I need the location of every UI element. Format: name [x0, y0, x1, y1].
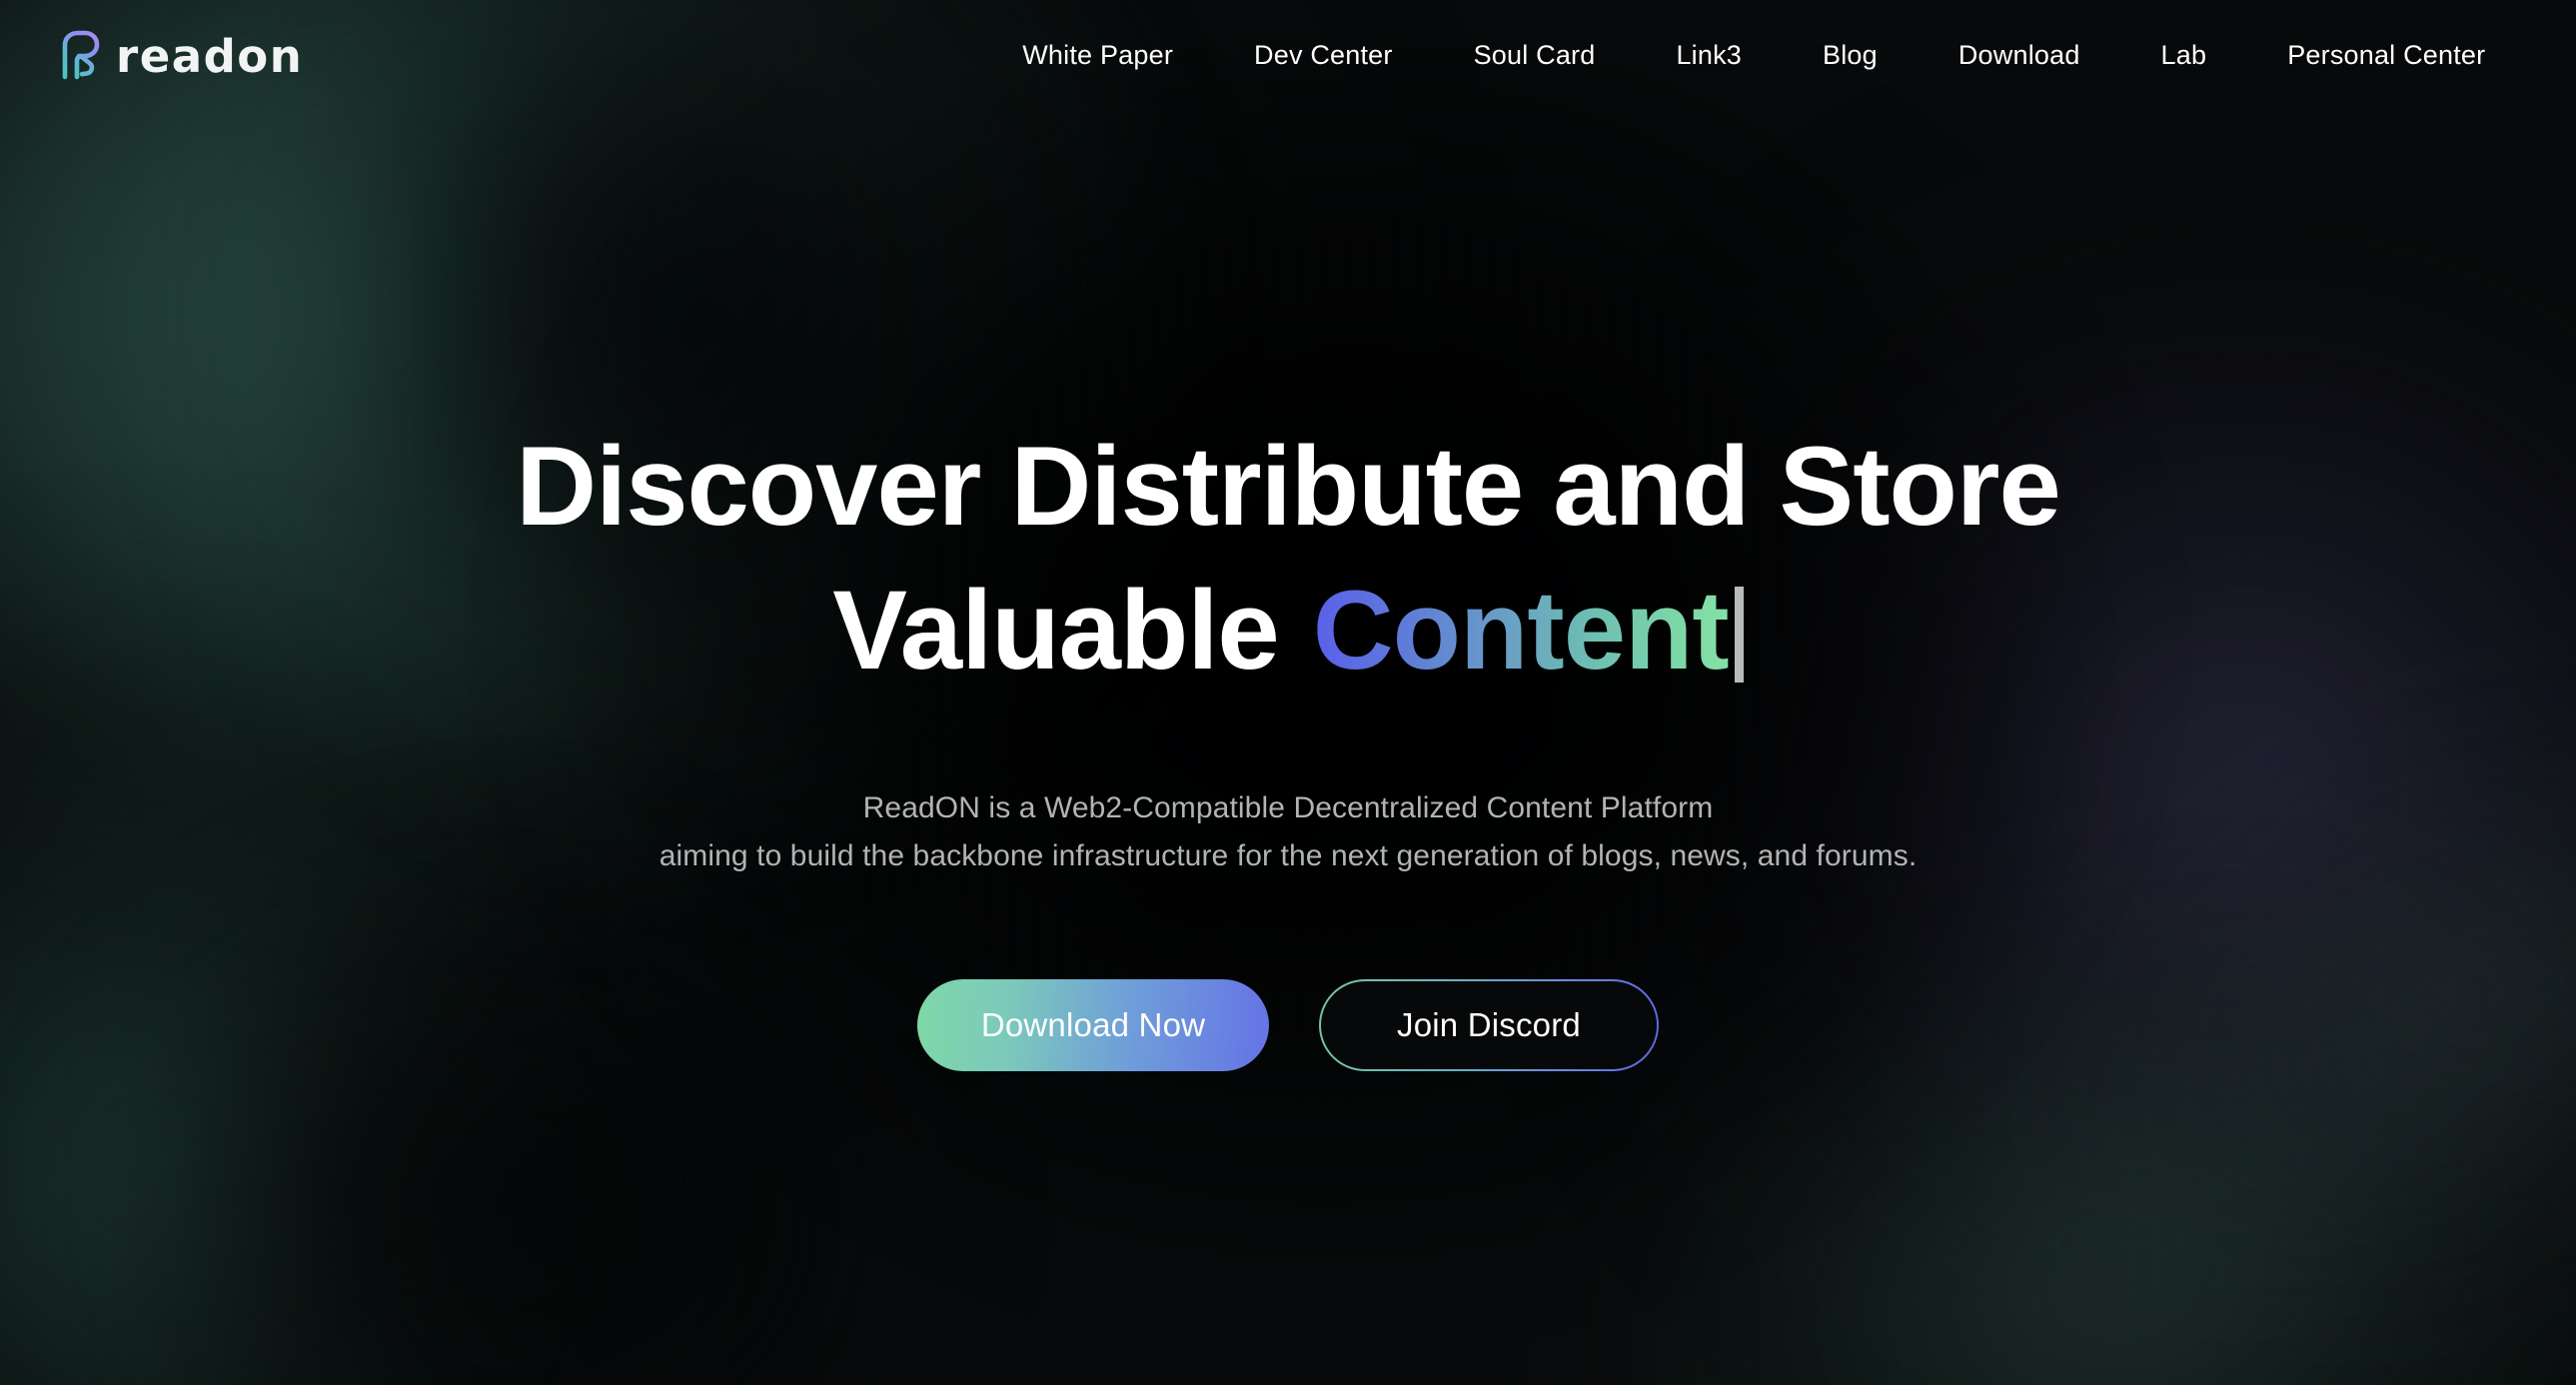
- hero-cta-row: Download Now Join Discord: [917, 979, 1659, 1072]
- hero-headline: Discover Distribute and Store Valuable Co…: [0, 424, 2576, 691]
- hero-section: Discover Distribute and Store Valuable Co…: [0, 0, 2576, 1385]
- join-discord-button[interactable]: Join Discord: [1319, 979, 1659, 1071]
- download-now-button[interactable]: Download Now: [917, 979, 1269, 1072]
- hero-subtitle-line-1: ReadON is a Web2-Compatible Decentralize…: [862, 791, 1714, 825]
- hero-subtitle-line-2: aiming to build the backbone infrastruct…: [658, 838, 1918, 872]
- page-root: readon White Paper Dev Center Soul Card …: [0, 0, 2576, 1385]
- hero-headline-word-content: Content: [1312, 567, 1730, 692]
- hero-subtitle: ReadON is a Web2-Compatible Decentralize…: [659, 784, 1918, 879]
- hero-headline-word-valuable: Valuable: [832, 567, 1279, 692]
- hero-headline-line-1: Discover Distribute and Store: [516, 424, 2061, 549]
- hero-headline-line-2: Valuable Content: [0, 571, 2576, 691]
- typewriter-caret-icon: [1734, 586, 1744, 683]
